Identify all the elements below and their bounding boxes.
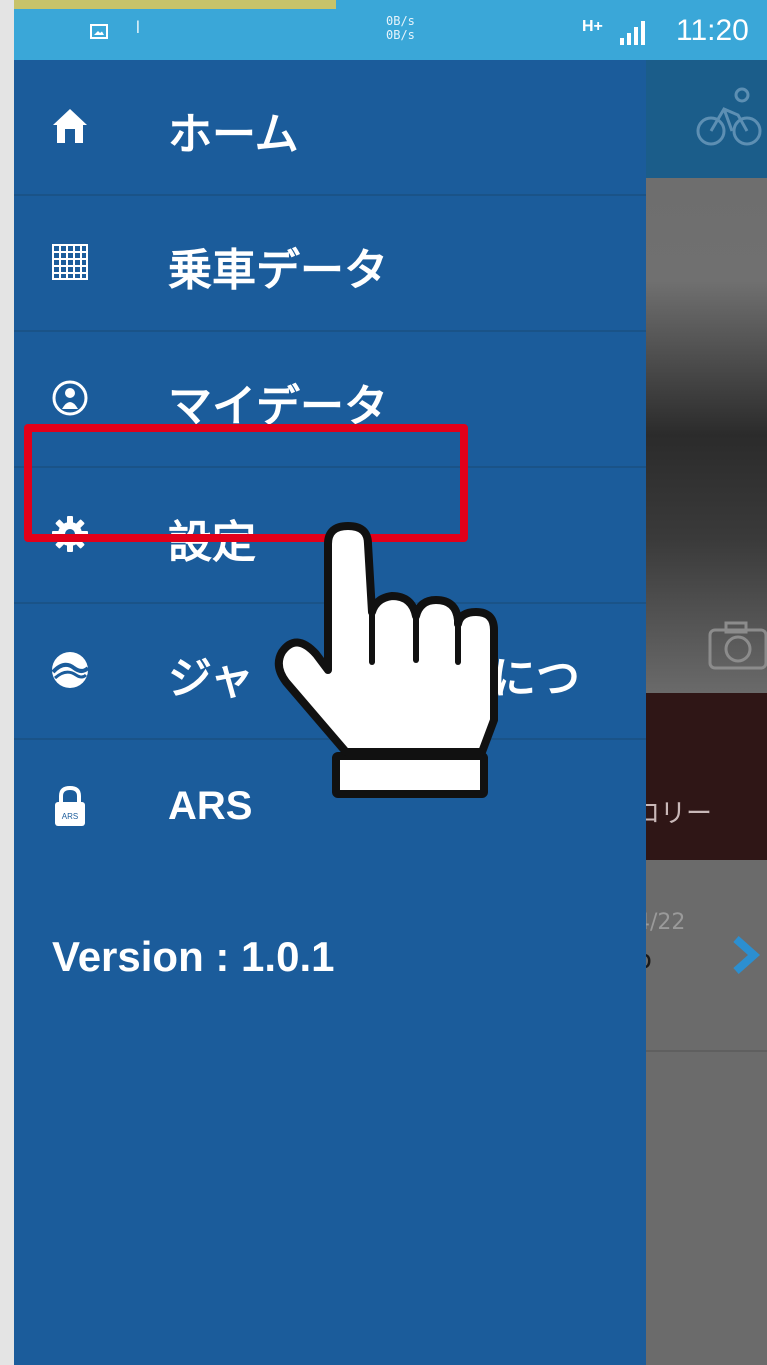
drawer-item-ride-data[interactable]: 乗車データ bbox=[14, 196, 646, 332]
net-speed-up: 0B/s bbox=[386, 14, 415, 28]
drawer-item-label: ホーム bbox=[168, 109, 299, 160]
user-icon bbox=[50, 378, 90, 418]
network-type: H+ bbox=[582, 18, 603, 35]
home-icon bbox=[50, 106, 90, 146]
phone-screen: ꟾ 0B/s 0B/s H+ 11:20 ロリー 4/22 ホーム 乗車データ … bbox=[14, 0, 767, 1365]
svg-text:ARS: ARS bbox=[62, 812, 78, 821]
image-notification-icon bbox=[90, 24, 108, 39]
drawer-item-label: ARS bbox=[168, 784, 253, 828]
status-bar-accent-strip bbox=[14, 0, 336, 9]
logo-icon bbox=[50, 650, 90, 690]
net-speed-down: 0B/s bbox=[386, 28, 415, 42]
cover-photo bbox=[644, 178, 767, 693]
lock-icon: ARS bbox=[50, 785, 90, 826]
app-version: Version : 1.0.1 bbox=[52, 933, 335, 980]
signal-icon bbox=[620, 21, 645, 45]
camera-icon[interactable] bbox=[708, 620, 767, 670]
network-speed: 0B/s 0B/s bbox=[386, 14, 415, 42]
drawer-item-label: ジャ bbox=[168, 653, 254, 704]
bike-icon[interactable] bbox=[696, 85, 762, 149]
list-divider bbox=[644, 1050, 767, 1052]
drawer-item-label: 乗車データ bbox=[168, 245, 388, 296]
chevron-right-icon[interactable] bbox=[730, 935, 760, 975]
status-clock: 11:20 bbox=[676, 14, 749, 47]
grid-icon bbox=[50, 242, 90, 282]
status-bar: ꟾ 0B/s 0B/s H+ 11:20 bbox=[14, 0, 767, 60]
drawer-item-home[interactable]: ホーム bbox=[14, 60, 646, 196]
group-notification-icon: ꟾ bbox=[136, 22, 140, 37]
hand-pointer-icon bbox=[274, 522, 498, 798]
history-band bbox=[644, 693, 767, 860]
